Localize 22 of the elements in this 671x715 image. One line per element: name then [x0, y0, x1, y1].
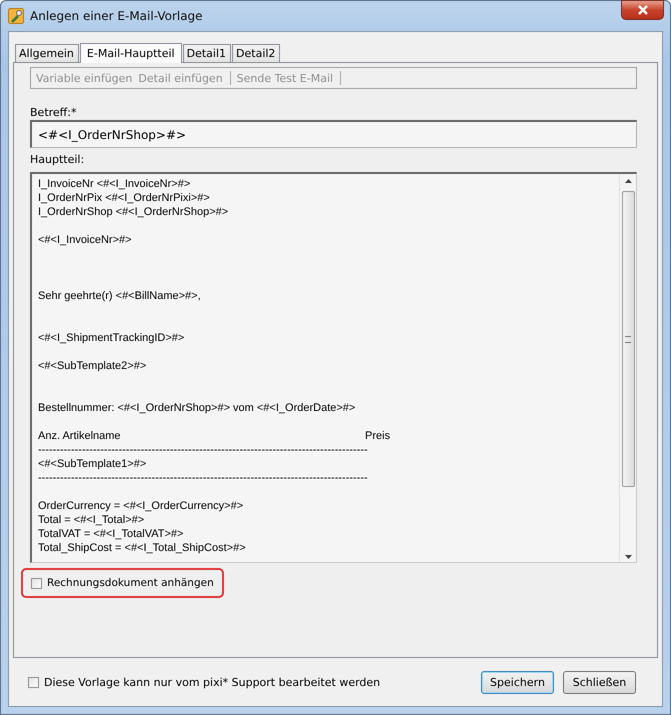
- scroll-down-icon[interactable]: [624, 555, 632, 559]
- tab[interactable]: E-Mail-Hauptteil: [80, 43, 182, 63]
- body-field[interactable]: I_InvoiceNr <#<I_InvoiceNr>#> I_OrderNrPix <#<I_OrderNrPixi>#> I_OrderNrShop <#<I_OrderNrShop>#> <#<I_InvoiceNr>#> Sehr geehrte(r) <#<BillName>#>, <#<I_ShipmentTrackingID>#> <#<SubTemplate2>#> Bestellnummer: <#<I_OrderNrShop>#> vom <#<I_OrderDate>#> Anz. Artikelname Preis ------------------------------------------------------------------------------------------ <#<SubTemplate1>#> ------------------------------------------------------------------------------------------ OrderCurrency = <#<I_OrderCurrency>#> Total = <#<I_Total>#> TotalVAT = <#<I_TotalVAT>#> Total_ShipCost = <#<I_Total_ShipCost>#>: [30, 172, 637, 563]
- checkbox-label[interactable]: Rechnungsdokument anhängen: [47, 577, 214, 589]
- close-icon[interactable]: [636, 5, 648, 15]
- window-icon: [8, 8, 24, 24]
- scroll-up-icon[interactable]: [624, 179, 632, 183]
- tab[interactable]: Detail2: [232, 44, 280, 62]
- close-dialog-button[interactable]: Schließen: [563, 670, 636, 694]
- close-button[interactable]: [621, 0, 664, 20]
- save-button[interactable]: Speichern: [481, 670, 554, 694]
- tab[interactable]: Detail1: [182, 44, 232, 62]
- scrollbar-thumb[interactable]: [622, 191, 634, 487]
- body-label: Hauptteil:: [30, 153, 86, 167]
- tab[interactable]: Allgemein: [15, 44, 79, 62]
- scrollbar[interactable]: [619, 174, 636, 562]
- window-title: Anlegen einer E-Mail-Vorlage: [30, 9, 203, 23]
- subject-label: Betreff:*: [30, 106, 78, 120]
- checkbox-label[interactable]: Diese Vorlage kann nur vom pixi* Support bearbeitet werden: [44, 676, 380, 688]
- subject-field[interactable]: <#<I_OrderNrShop>#>: [30, 120, 637, 148]
- checkbox[interactable]: [28, 676, 39, 688]
- checkbox[interactable]: [31, 578, 42, 588]
